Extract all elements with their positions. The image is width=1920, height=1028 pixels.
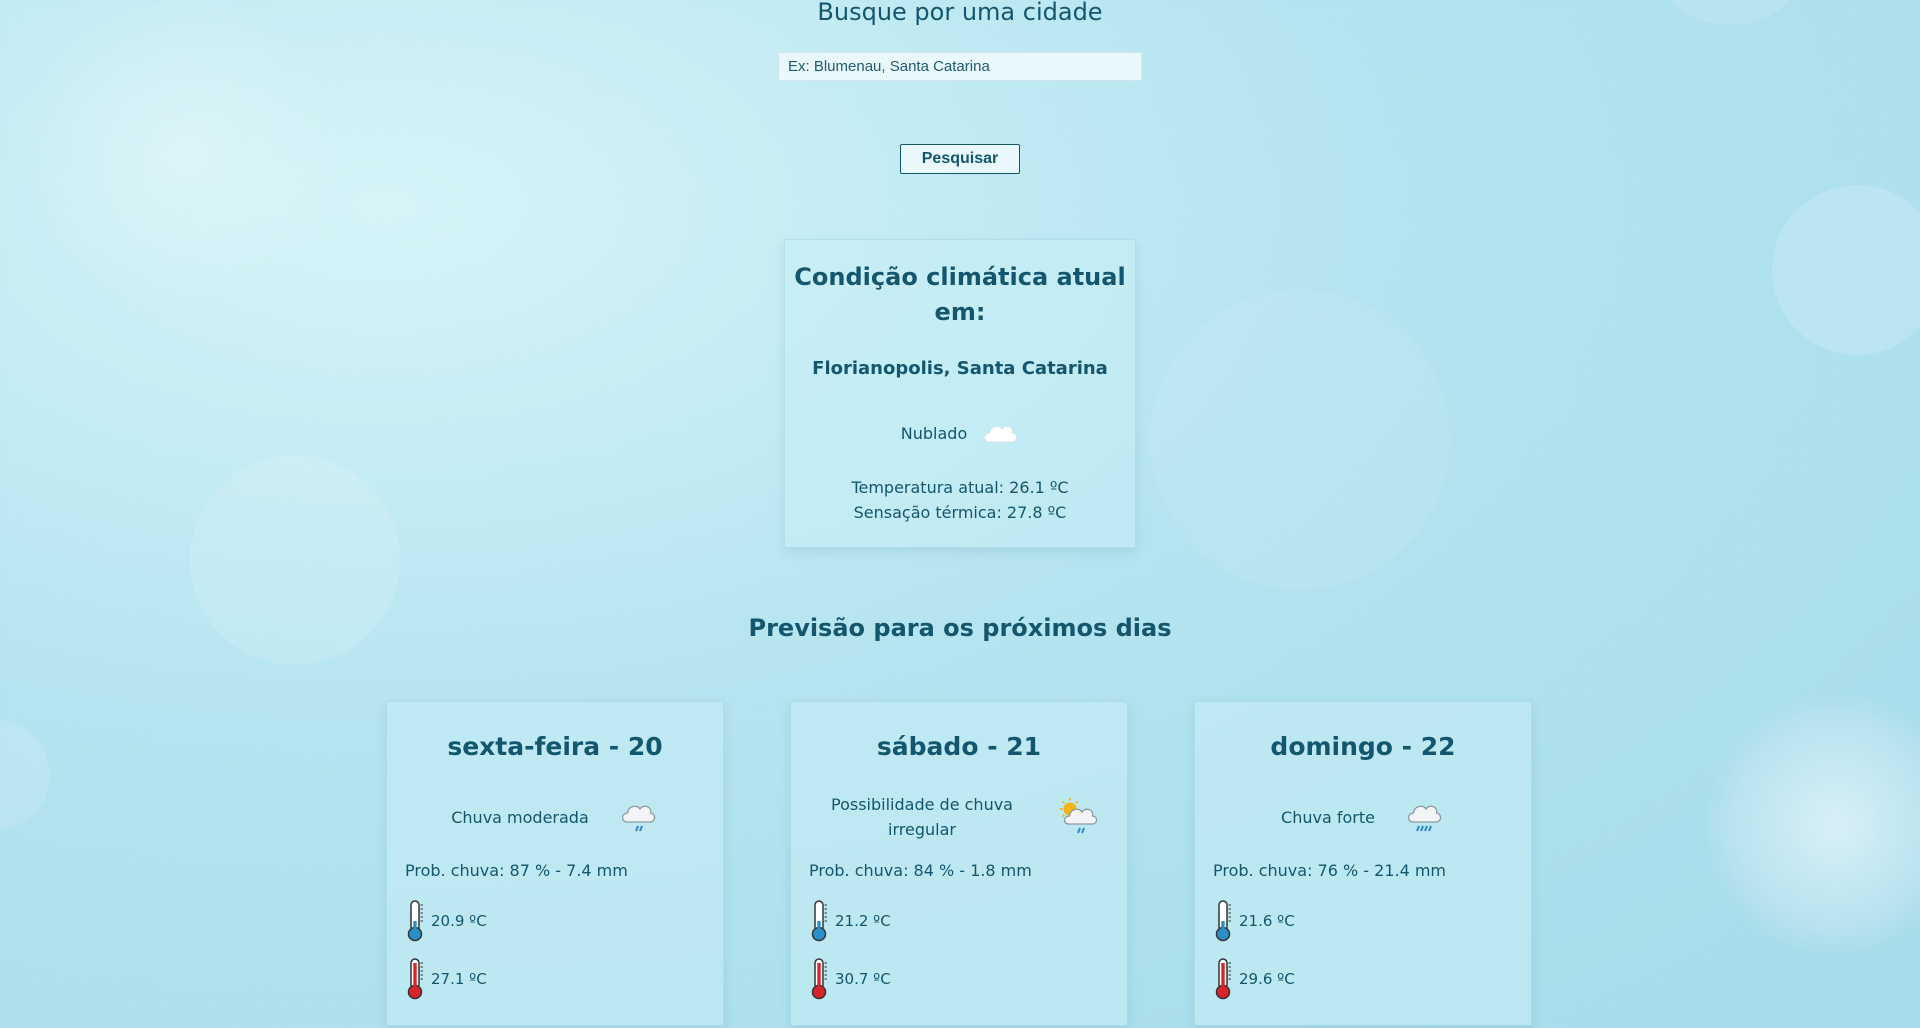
day-title: sexta-feira - 20	[447, 732, 663, 761]
sun-rain-cloud-icon	[1057, 797, 1101, 837]
current-condition: Nublado	[785, 418, 1135, 448]
forecast-day-card: domingo - 22 Chuva forte Prob. chuva: 76…	[1194, 701, 1532, 1026]
thermometer-cold-icon	[405, 899, 425, 943]
current-temperature: Temperatura atual: 26.1 ºC	[851, 478, 1069, 497]
background-bokeh	[1706, 695, 1920, 955]
thermometer-cold-icon	[1213, 899, 1233, 943]
current-weather-card: Condição climática atual em: Florianopol…	[784, 239, 1136, 548]
cloud-icon	[981, 418, 1019, 448]
min-temperature-row: 21.6 ºC	[1213, 899, 1295, 943]
min-temperature-row: 21.2 ºC	[809, 899, 891, 943]
max-temperature-row: 27.1 ºC	[405, 957, 487, 1001]
search-button[interactable]: Pesquisar	[900, 144, 1020, 174]
feels-like-temperature: Sensação térmica: 27.8 ºC	[853, 503, 1067, 522]
condition-text: Chuva moderada	[451, 807, 589, 827]
max-temperature-row: 29.6 ºC	[1213, 957, 1295, 1001]
forecast-day-card: sábado - 21 Possibilidade de chuva irreg…	[790, 701, 1128, 1026]
condition-text: Nublado	[900, 423, 968, 443]
rain-probability: Prob. chuva: 84 % - 1.8 mm	[809, 861, 1032, 880]
forecast-day-card: sexta-feira - 20 Chuva moderada Prob. ch…	[386, 701, 724, 1026]
background-bokeh	[0, 720, 50, 830]
day-condition: Chuva forte	[1195, 792, 1531, 842]
thermometer-hot-icon	[1213, 957, 1233, 1001]
forecast-title: Previsão para os próximos dias	[748, 614, 1172, 642]
background-bokeh	[0, 0, 360, 300]
current-weather-title: Condição climática atual em:	[794, 263, 1126, 326]
search-title: Busque por uma cidade	[817, 0, 1103, 26]
rain-probability: Prob. chuva: 87 % - 7.4 mm	[405, 861, 628, 880]
day-title: domingo - 22	[1270, 732, 1456, 761]
rain-cloud-icon	[619, 797, 659, 837]
condition-text: Possibilidade de chuva irregular	[831, 795, 1013, 839]
city-search-input[interactable]	[778, 52, 1142, 81]
day-condition: Possibilidade de chuva irregular	[791, 792, 1127, 842]
day-title: sábado - 21	[876, 732, 1042, 761]
max-temperature-row: 30.7 ºC	[809, 957, 891, 1001]
thermometer-cold-icon	[809, 899, 829, 943]
thermometer-hot-icon	[405, 957, 425, 1001]
max-temperature: 27.1 ºC	[431, 970, 487, 988]
location-name: Florianopolis, Santa Catarina	[812, 358, 1108, 379]
min-temperature: 21.6 ºC	[1239, 912, 1295, 930]
rain-probability: Prob. chuva: 76 % - 21.4 mm	[1213, 861, 1447, 880]
max-temperature: 30.7 ºC	[835, 970, 891, 988]
heavy-rain-cloud-icon	[1405, 797, 1445, 837]
condition-text: Chuva forte	[1281, 807, 1375, 827]
day-condition: Chuva moderada	[387, 792, 723, 842]
thermometer-hot-icon	[809, 957, 829, 1001]
background-bokeh	[1772, 185, 1920, 355]
min-temperature: 20.9 ºC	[431, 912, 487, 930]
background-bokeh	[1150, 290, 1450, 590]
min-temperature-row: 20.9 ºC	[405, 899, 487, 943]
max-temperature: 29.6 ºC	[1239, 970, 1295, 988]
min-temperature: 21.2 ºC	[835, 912, 891, 930]
